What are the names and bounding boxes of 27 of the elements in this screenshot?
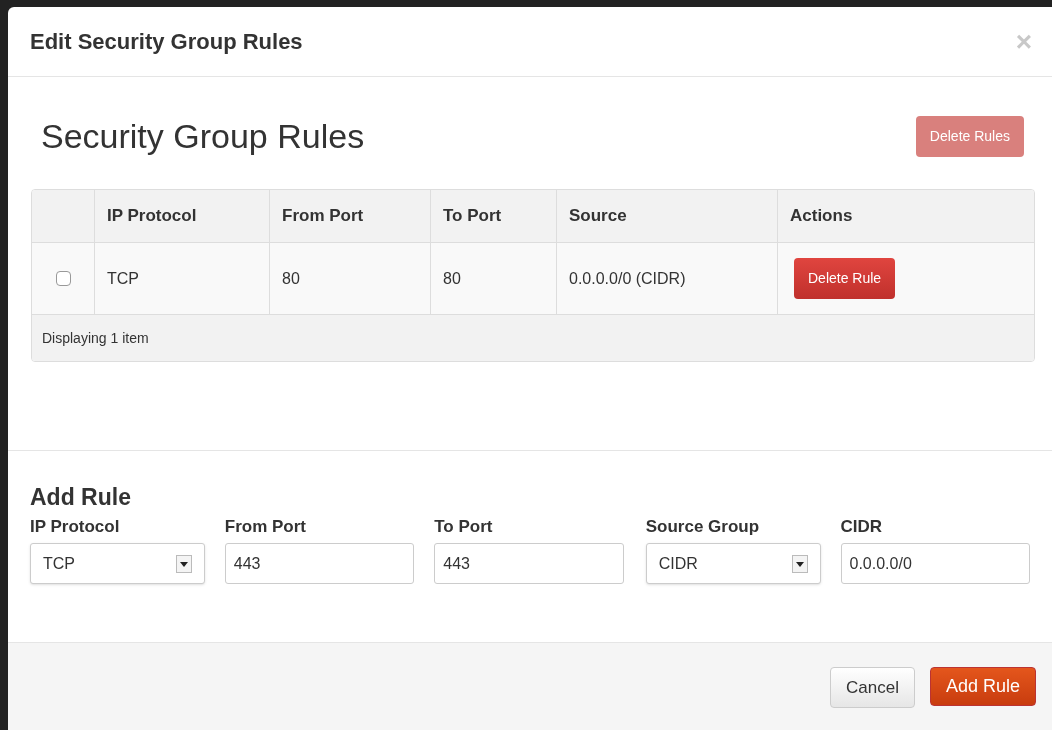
table-cell: 80 [431, 243, 557, 314]
input-field[interactable]: 443 [434, 543, 624, 584]
field-label: To Port [434, 516, 494, 538]
column-header: Actions [789, 205, 854, 228]
cancel-button[interactable]: Cancel [830, 667, 915, 708]
column-header: IP Protocol [95, 190, 270, 242]
column-header: To Port [431, 190, 557, 242]
delete-rule-button[interactable]: Delete Rule [794, 258, 896, 299]
column-header: Source [557, 190, 778, 242]
item-count: Displaying 1 item [42, 328, 149, 348]
input-field[interactable]: 443 [224, 543, 415, 584]
table-cell: 0.0.0.0/0 (CIDR) [557, 243, 778, 314]
add-rule-button[interactable]: Add Rule [929, 667, 1036, 706]
input-field[interactable]: 0.0.0.0/0 [840, 543, 1030, 584]
section-heading: Add Rule [30, 483, 132, 511]
column-header: From Port [270, 190, 431, 242]
select-field[interactable]: TCP [30, 543, 205, 584]
dialog-title: Edit Security Group Rules [30, 28, 303, 56]
row-checkbox[interactable] [55, 271, 71, 286]
field-label: CIDR [840, 516, 884, 538]
table-cell: 80 [270, 243, 431, 314]
field-label: Source Group [645, 516, 761, 538]
field-label: IP Protocol [30, 516, 121, 538]
section-heading: Security Group Rules [40, 115, 365, 157]
field-label: From Port [224, 516, 307, 538]
table-cell: TCP [95, 243, 270, 314]
select-field[interactable]: CIDR [645, 543, 821, 584]
